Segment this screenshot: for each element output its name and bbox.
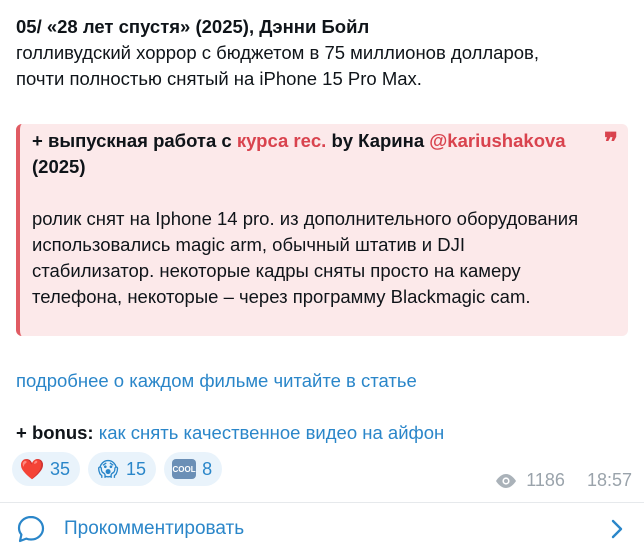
- bonus-label: + bonus:: [16, 422, 94, 443]
- post-text: 05/ «28 лет спустя» (2025), Дэнни Бойл г…: [16, 14, 628, 92]
- quote-head-prefix: + выпускная работа с: [32, 130, 237, 151]
- blockquote: ❞ + выпускная работа с курса rec. by Кар…: [16, 124, 628, 336]
- comment-label: Прокомментировать: [64, 518, 245, 539]
- divider: [0, 502, 644, 503]
- post-title: 05/ «28 лет спустя» (2025), Дэнни Бойл: [16, 16, 370, 37]
- quote-year: (2025): [32, 156, 86, 177]
- bonus-line: + bonus: как снять качественное видео на…: [16, 422, 444, 444]
- bonus-link[interactable]: как снять качественное видео на айфон: [99, 422, 445, 443]
- chevron-right-icon: [611, 519, 623, 539]
- comment-button[interactable]: Прокомментировать: [16, 512, 628, 546]
- reaction-heart[interactable]: ❤️ 35: [12, 452, 81, 486]
- reaction-count: 35: [50, 458, 71, 479]
- quote-heading: + выпускная работа с курса rec. by Карин…: [32, 128, 588, 180]
- eye-icon: [496, 473, 517, 488]
- cool-icon: COOL: [172, 459, 197, 479]
- quote-head-mid: by Карина: [326, 130, 430, 151]
- post-line-1: голливудский хоррор с бюджетом в 75 милл…: [16, 42, 540, 63]
- quote-icon: ❞: [604, 128, 618, 158]
- reaction-count: 8: [202, 458, 213, 479]
- article-link[interactable]: подробнее о каждом фильме читайте в стат…: [16, 370, 417, 392]
- view-count: 1186: [526, 470, 565, 490]
- course-link[interactable]: курса rec.: [237, 130, 326, 151]
- author-link[interactable]: @kariushakova: [429, 130, 565, 151]
- comment-icon: [17, 515, 45, 543]
- reaction-shocked[interactable]: 😱 15: [88, 452, 157, 486]
- reaction-cool[interactable]: COOL 8: [164, 452, 223, 486]
- heart-icon: ❤️: [19, 458, 45, 481]
- reaction-count: 15: [126, 458, 147, 479]
- post-time: 18:57: [586, 470, 632, 490]
- post-line-2: почти полностью снятый на iPhone 15 Pro …: [16, 68, 422, 89]
- post-meta: 1186 18:57: [494, 470, 632, 491]
- shocked-face-icon: 😱: [97, 458, 119, 481]
- reactions: ❤️ 35 😱 15 COOL 8: [12, 452, 223, 486]
- quote-body: ролик снят на Iphone 14 pro. из дополнит…: [32, 208, 579, 307]
